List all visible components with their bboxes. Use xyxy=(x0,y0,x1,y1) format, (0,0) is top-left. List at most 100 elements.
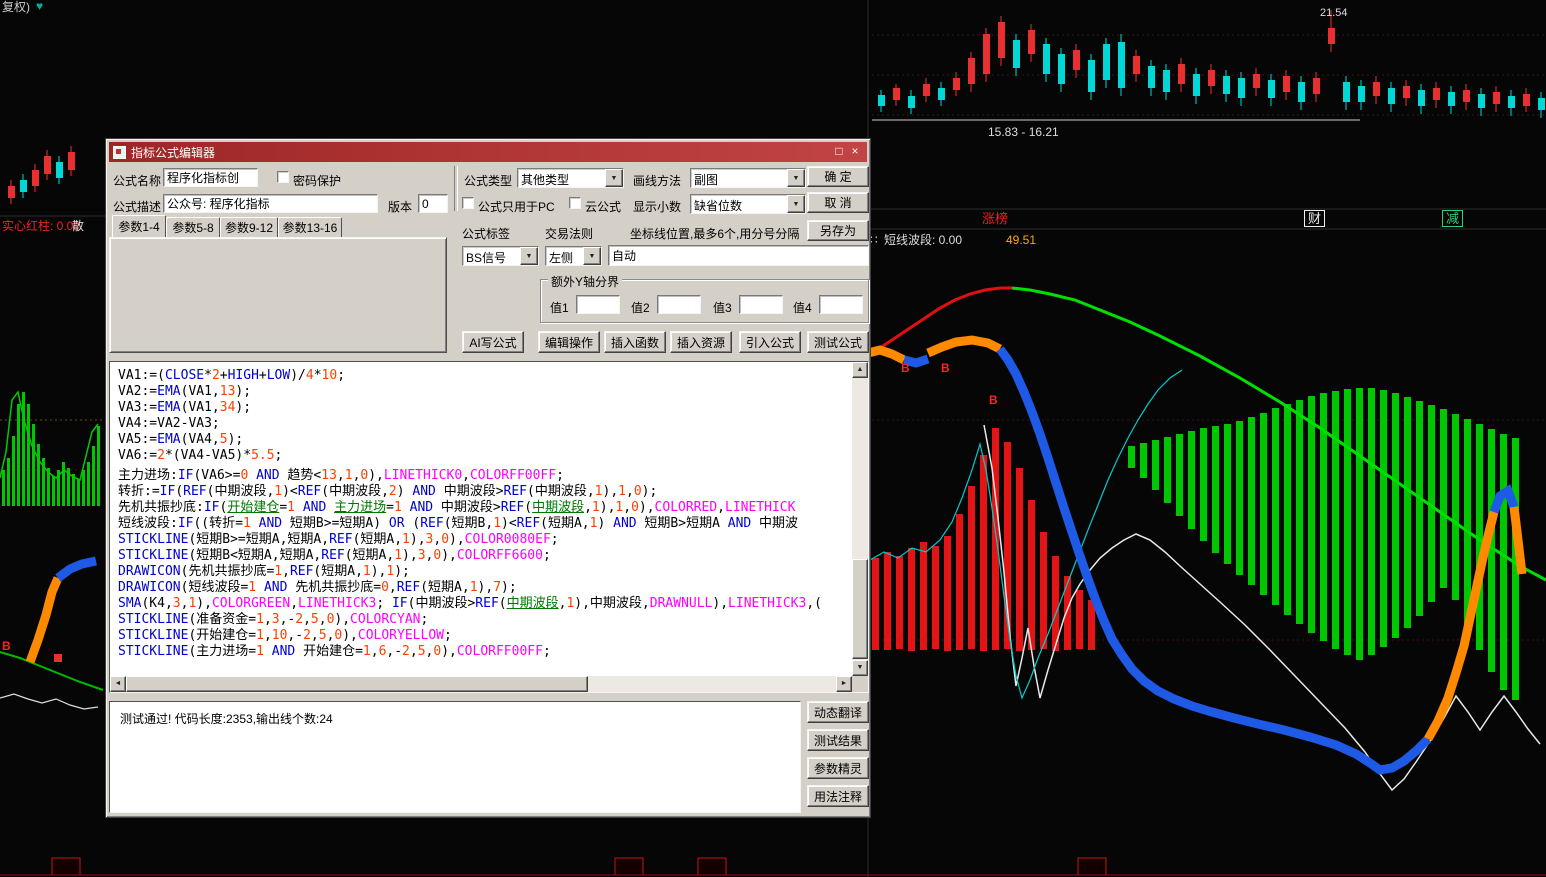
coord-position-label: 坐标线位置,最多6个,用分号分隔 xyxy=(630,227,800,241)
code-text[interactable]: VA1:=(CLOSE*2+HIGH+LOW)/4*10; VA2:=EMA(VA… xyxy=(110,362,852,676)
code-line: STICKLINE(开始建仓=1,10,-2,5,0),COLORYELLOW; xyxy=(118,628,452,643)
code-editor[interactable]: VA1:=(CLOSE*2+HIGH+LOW)/4*10; VA2:=EMA(VA… xyxy=(109,361,869,693)
jian-label: 减 xyxy=(1442,210,1464,227)
password-checkbox[interactable] xyxy=(277,171,289,183)
code-line: VA6:=2*(VA4-VA5)*5.5; xyxy=(118,448,283,463)
buy-marker-b3: B xyxy=(989,393,998,407)
formula-tag-value: BS信号 xyxy=(466,251,507,265)
desktop: 复权) ♥ 21.54 15.83 - 16.21 实心红柱: 0.00 散 涨榜 财 减 ∷ 短线… xyxy=(0,0,1546,877)
h-scroll-thumb[interactable] xyxy=(126,676,588,692)
y-value-label-2: 值2 xyxy=(631,301,650,315)
code-line: 短线波段:IF((转折=1 AND 短期B>=短期A) OR (REF(短期B,… xyxy=(118,516,799,531)
save-as-button[interactable]: 另存为 xyxy=(807,220,869,241)
draw-method-value: 副图 xyxy=(694,173,719,187)
trade-rule-select[interactable]: 左侧 ▼ xyxy=(545,246,602,266)
formula-type-label: 公式类型 xyxy=(464,174,513,188)
pc-only-checkbox[interactable] xyxy=(462,197,474,209)
band-step-line xyxy=(55,556,97,582)
buy-marker-b1: B xyxy=(901,361,910,375)
formula-desc-label: 公式描述 xyxy=(113,200,162,214)
dynamic-translate-button[interactable]: 动态翻译 xyxy=(807,701,869,723)
code-line: VA4:=VA2-VA3; xyxy=(118,416,220,431)
buy-marker-b4: B xyxy=(2,639,11,653)
ok-button[interactable]: 确 定 xyxy=(807,166,869,187)
code-line: 主力进场:IF(VA6>=0 AND 趋势<13,1,0),LINETHICK0… xyxy=(118,468,564,483)
insert-resource-button[interactable]: 插入资源 xyxy=(670,331,732,353)
main-indicator-chart xyxy=(866,286,1546,792)
v-scroll-thumb[interactable] xyxy=(852,559,868,659)
import-formula-button[interactable]: 引入公式 xyxy=(739,331,801,353)
test-result-button[interactable]: 测试结果 xyxy=(807,729,869,751)
ai-write-formula-button[interactable]: AI写公式 xyxy=(462,331,524,353)
subchart-value: 49.51 xyxy=(1006,233,1037,247)
y-value-label-3: 值3 xyxy=(713,301,732,315)
version-label: 版本 xyxy=(388,200,413,214)
scroll-up-button[interactable]: ▲ xyxy=(852,362,868,378)
formula-tag-select[interactable]: BS信号 ▼ xyxy=(462,246,539,266)
code-line: VA1:=(CLOSE*2+HIGH+LOW)/4*10; xyxy=(118,368,346,383)
h-scrollbar[interactable]: ◄ ► xyxy=(110,676,852,692)
band-step-line xyxy=(866,345,907,365)
test-formula-button[interactable]: 测试公式 xyxy=(807,331,869,353)
scroll-left-button[interactable]: ◄ xyxy=(110,676,126,692)
chevron-down-icon[interactable]: ▼ xyxy=(520,247,538,265)
price-range-label: 15.83 - 16.21 xyxy=(988,125,1059,139)
band-step-line xyxy=(926,335,1003,358)
left-indicator-extra: 散 xyxy=(72,219,85,233)
code-line: 先机共振抄底:IF(开始建仓=1 AND 主力进场=1 AND 中期波段>REF… xyxy=(118,500,796,515)
insert-function-button[interactable]: 插入函数 xyxy=(604,331,666,353)
chevron-down-icon[interactable]: ▼ xyxy=(605,169,623,187)
coord-position-input[interactable] xyxy=(608,245,869,266)
formula-name-input[interactable] xyxy=(163,168,258,187)
cloud-label: 云公式 xyxy=(585,200,622,214)
usage-notes-button[interactable]: 用法注释 xyxy=(807,785,869,807)
extra-y-legend: 额外Y轴分界 xyxy=(548,273,623,290)
scroll-down-button[interactable]: ▼ xyxy=(852,660,868,676)
y-value-input-3[interactable] xyxy=(739,295,783,314)
chevron-down-icon[interactable]: ▼ xyxy=(787,195,805,213)
draw-method-select[interactable]: 副图 ▼ xyxy=(690,168,806,188)
status-box: 测试通过! 代码长度:2353,输出线个数:24 xyxy=(109,701,801,813)
formula-name-label: 公式名称 xyxy=(113,174,162,188)
trade-rule-value: 左侧 xyxy=(549,251,574,265)
divider xyxy=(454,166,458,211)
code-line: VA5:=EMA(VA4,5); xyxy=(118,432,244,447)
cai-label: 财 xyxy=(1304,210,1326,227)
buy-marker-b2: B xyxy=(941,361,950,375)
chevron-down-icon[interactable]: ▼ xyxy=(583,247,601,265)
code-line: SMA(K4,3,1),COLORGREEN,LINETHICK3; IF(中期… xyxy=(118,596,822,611)
y-value-input-2[interactable] xyxy=(657,295,701,314)
edit-operation-button[interactable]: 编辑操作 xyxy=(538,331,600,353)
tab-params-2[interactable]: 参数5-8 xyxy=(166,217,220,237)
trade-rule-label: 交易法则 xyxy=(545,227,594,241)
tab-params-3[interactable]: 参数9-12 xyxy=(220,217,278,237)
rank-label: 涨榜 xyxy=(982,211,1009,226)
dialog-title: 指标公式编辑器 xyxy=(131,145,216,160)
formula-tag-label: 公式标签 xyxy=(462,227,511,241)
cloud-checkbox[interactable] xyxy=(569,197,581,209)
top-candlestick-chart xyxy=(872,10,1545,121)
y-value-input-4[interactable] xyxy=(819,295,863,314)
tab-params-1[interactable]: 参数1-4 xyxy=(112,215,166,237)
cancel-button[interactable]: 取 消 xyxy=(807,192,869,213)
decimals-select[interactable]: 缺省位数 ▼ xyxy=(690,194,806,214)
bottom-taskbar-fragments xyxy=(0,857,1546,876)
maximize-button[interactable]: □ xyxy=(831,145,847,159)
left-bottom-white-line xyxy=(0,693,99,710)
close-button[interactable]: × xyxy=(847,145,863,159)
dialog-titlebar[interactable]: 指标公式编辑器 □ × xyxy=(109,142,867,162)
code-line: STICKLINE(短期B<短期A,短期A,REF(短期A,1),3,0),CO… xyxy=(118,548,551,563)
version-input[interactable] xyxy=(418,194,448,213)
dialog-icon xyxy=(113,145,126,159)
tab-params-4[interactable]: 参数13-16 xyxy=(278,217,342,237)
price-high-label: 21.54 xyxy=(1320,7,1348,19)
v-scrollbar[interactable]: ▲ ▼ xyxy=(852,362,868,676)
chevron-down-icon[interactable]: ▼ xyxy=(787,169,805,187)
param-wizard-button[interactable]: 参数精灵 xyxy=(807,757,869,779)
formula-type-select[interactable]: 其他类型 ▼ xyxy=(517,168,624,188)
restore-label: 复权) xyxy=(2,0,30,14)
param-panel xyxy=(109,237,447,353)
scroll-right-button[interactable]: ► xyxy=(836,676,852,692)
y-value-input-1[interactable] xyxy=(576,295,620,314)
formula-desc-input[interactable] xyxy=(163,194,378,213)
